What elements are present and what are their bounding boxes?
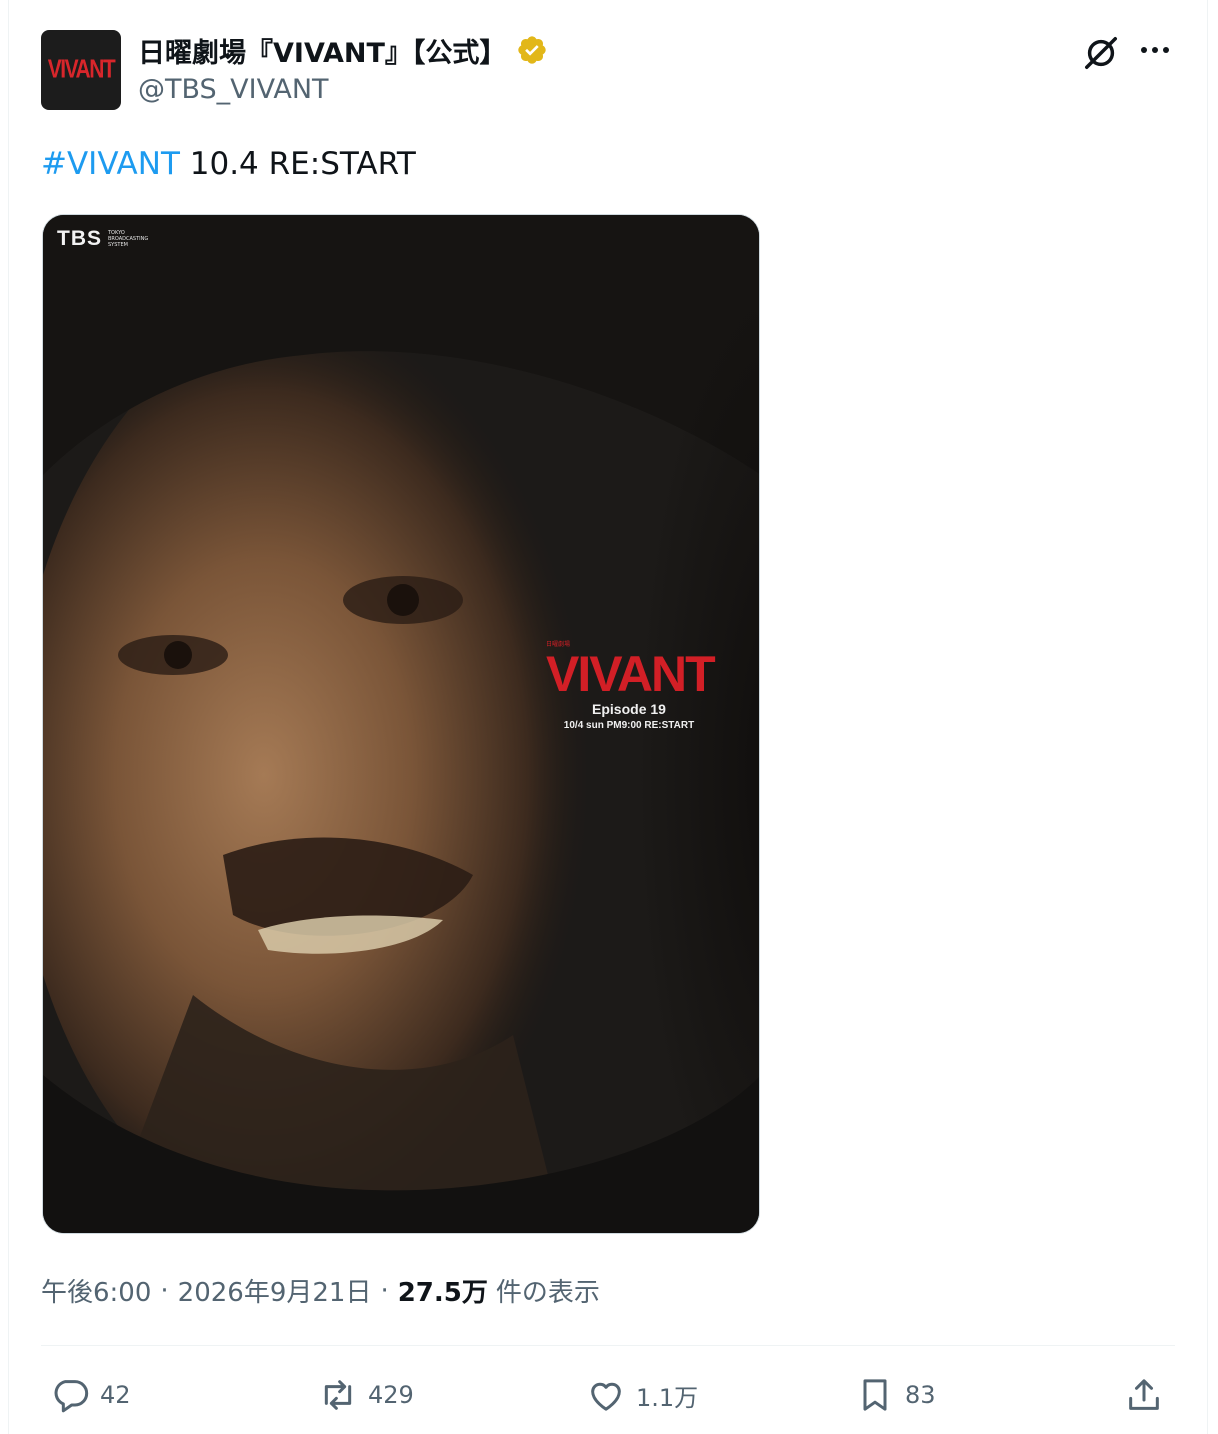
more-button[interactable]: [1132, 30, 1178, 70]
tweet-meta: 午後6:00 · 2026年9月21日 · 27.5万 件の表示: [41, 1272, 600, 1309]
display-name[interactable]: 日曜劇場『VIVANT』【公式】: [138, 31, 506, 70]
tbs-logo-mark: TBS: [57, 227, 102, 250]
hashtag-link[interactable]: #VIVANT: [41, 146, 180, 182]
reply-icon: [54, 1380, 89, 1413]
avatar[interactable]: VIVANT: [41, 30, 121, 110]
author-handle[interactable]: @TBS_VIVANT: [138, 74, 329, 105]
views-count[interactable]: 27.5万: [398, 1272, 488, 1309]
tweet-date[interactable]: 2026年9月21日: [178, 1272, 372, 1309]
action-bar: 42 429 1.1万 83: [0, 1368, 1218, 1422]
tweet-media-image[interactable]: TBS TOKYO BROADCASTING SYSTEM 日曜劇場 VIVAN…: [42, 214, 760, 1234]
meta-separator: ·: [380, 1275, 389, 1306]
author-name-row: 日曜劇場『VIVANT』【公式】: [138, 30, 548, 70]
verified-badge-icon[interactable]: [516, 34, 548, 66]
bookmark-button[interactable]: 83: [855, 1368, 936, 1422]
poster-episode: Episode 19: [592, 701, 666, 717]
heart-icon: [591, 1382, 621, 1411]
repost-count: 429: [368, 1381, 414, 1409]
like-button[interactable]: 1.1万: [586, 1368, 698, 1422]
poster-title: VIVANT: [546, 646, 716, 702]
more-icon: [1141, 47, 1169, 53]
bookmark-icon: [863, 1379, 887, 1411]
like-count: 1.1万: [636, 1383, 699, 1412]
views-label: 件の表示: [495, 1278, 600, 1308]
reply-count: 42: [100, 1381, 131, 1409]
tweet-time[interactable]: 午後6:00: [41, 1272, 151, 1309]
share-icon: [1129, 1379, 1159, 1410]
tweet-body: 10.4 RE:START: [179, 146, 416, 182]
reply-button[interactable]: 42: [50, 1368, 131, 1422]
divider: [41, 1345, 1175, 1346]
bookmark-count: 83: [905, 1381, 936, 1409]
tweet-text: #VIVANT 10.4 RE:START: [41, 146, 416, 182]
repost-icon: [324, 1380, 352, 1410]
repost-button[interactable]: 429: [318, 1368, 414, 1422]
share-button[interactable]: [1124, 1368, 1164, 1422]
meta-separator: ·: [160, 1275, 169, 1306]
poster-date: 10/4 sun PM9:00 RE:START: [563, 720, 695, 731]
tbs-logo-subtitle: TOKYO BROADCASTING SYSTEM: [108, 230, 149, 248]
avatar-logo: VIVANT: [47, 55, 116, 84]
grok-button[interactable]: [1078, 30, 1124, 76]
tbs-logo: TBS TOKYO BROADCASTING SYSTEM: [57, 227, 158, 251]
grok-icon: [1085, 37, 1117, 69]
